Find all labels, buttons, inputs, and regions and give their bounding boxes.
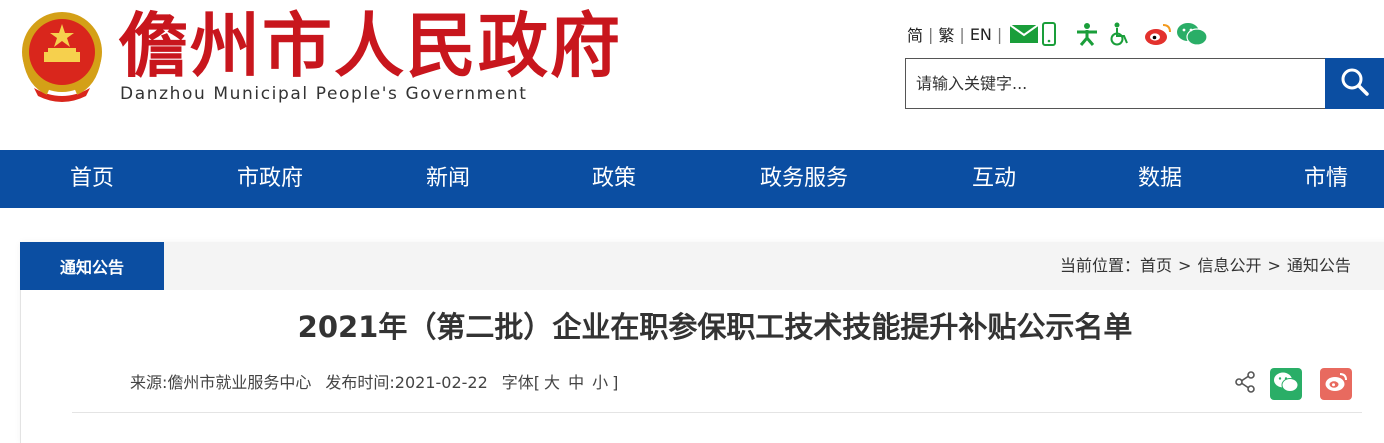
wechat-icon bbox=[1273, 371, 1299, 397]
section-tab[interactable]: 通知公告 bbox=[20, 242, 164, 290]
font-size-close: ] bbox=[612, 373, 619, 392]
mail-icon[interactable] bbox=[1010, 25, 1039, 43]
header-toolbar: 简 | 繁 | EN | bbox=[902, 20, 1208, 48]
wheelchair-icon[interactable] bbox=[1108, 22, 1130, 46]
article-meta: 来源:儋州市就业服务中心 发布时间:2021-02-22 字体[大中小] bbox=[130, 369, 618, 393]
nav-item-data[interactable]: 数据 bbox=[1138, 150, 1182, 208]
accessibility-icon[interactable] bbox=[1074, 22, 1100, 46]
nav-item-services[interactable]: 政务服务 bbox=[760, 150, 848, 208]
lang-simplified-link[interactable]: 简 bbox=[902, 22, 928, 46]
breadcrumb-prefix: 当前位置： bbox=[1060, 256, 1141, 275]
breadcrumb: 当前位置：首页 > 信息公开 > 通知公告 bbox=[1060, 242, 1351, 290]
lang-english-link[interactable]: EN bbox=[965, 25, 997, 44]
main-nav: 首页 市政府 新闻 政策 政务服务 互动 数据 市情 bbox=[0, 150, 1384, 208]
mobile-icon[interactable] bbox=[1042, 22, 1057, 46]
nav-item-home[interactable]: 首页 bbox=[70, 150, 114, 208]
breadcrumb-separator: > bbox=[1178, 256, 1192, 275]
toolbar-separator: | bbox=[996, 24, 1003, 44]
share-wechat-button[interactable] bbox=[1270, 368, 1302, 400]
share-icon[interactable] bbox=[1234, 371, 1256, 397]
nav-item-government[interactable]: 市政府 bbox=[237, 150, 303, 208]
site-header: 儋州市人民政府 Danzhou Municipal People's Gover… bbox=[0, 0, 1384, 150]
share-weibo-button[interactable] bbox=[1320, 368, 1352, 400]
font-small-button[interactable]: 小 bbox=[588, 373, 612, 392]
site-title: 儋州市人民政府 bbox=[118, 4, 622, 87]
nav-item-news[interactable]: 新闻 bbox=[426, 150, 470, 208]
article-divider bbox=[72, 412, 1362, 413]
article-date: 发布时间:2021-02-22 bbox=[325, 373, 488, 392]
search-icon bbox=[1339, 66, 1371, 102]
share-bar bbox=[1234, 368, 1352, 400]
breadcrumb-item-info[interactable]: 信息公开 bbox=[1197, 256, 1261, 275]
font-medium-button[interactable]: 中 bbox=[564, 373, 588, 392]
font-size-label: 字体[ bbox=[501, 373, 541, 392]
site-subtitle: Danzhou Municipal People's Government bbox=[120, 84, 528, 104]
weibo-icon[interactable] bbox=[1144, 22, 1172, 46]
nav-item-policy[interactable]: 政策 bbox=[592, 150, 636, 208]
font-large-button[interactable]: 大 bbox=[540, 373, 564, 392]
nav-item-interaction[interactable]: 互动 bbox=[972, 150, 1016, 208]
breadcrumb-item-home[interactable]: 首页 bbox=[1140, 256, 1172, 275]
breadcrumb-item-notice[interactable]: 通知公告 bbox=[1287, 256, 1351, 275]
nav-item-city-info[interactable]: 市情 bbox=[1304, 150, 1348, 208]
weibo-icon bbox=[1324, 371, 1348, 397]
breadcrumb-separator: > bbox=[1267, 256, 1281, 275]
lang-traditional-link[interactable]: 繁 bbox=[933, 22, 959, 46]
wechat-icon[interactable] bbox=[1176, 22, 1208, 46]
article-title: 2021年（第二批）企业在职参保职工技术技能提升补贴公示名单 bbox=[297, 310, 1133, 344]
search-input[interactable] bbox=[906, 59, 1326, 108]
search-box bbox=[905, 58, 1326, 109]
emblem-icon[interactable] bbox=[14, 8, 110, 104]
search-button[interactable] bbox=[1325, 58, 1384, 109]
article-source: 来源:儋州市就业服务中心 bbox=[130, 373, 312, 392]
